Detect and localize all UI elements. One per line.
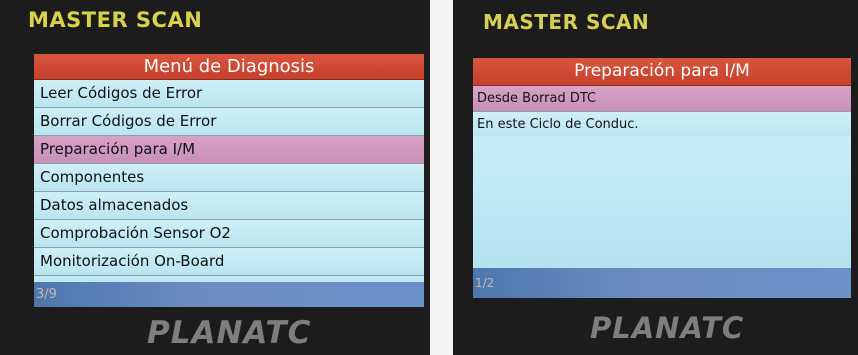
menu-title: Preparación para I/M (473, 58, 851, 86)
empty-area (473, 136, 851, 273)
menu-item-since-dtc-cleared[interactable]: Desde Borrad DTC (473, 86, 851, 112)
status-bar: 3/9 (34, 282, 424, 307)
menu-item-read-codes[interactable]: Leer Códigos de Error (34, 80, 424, 108)
photo-gap (430, 0, 453, 355)
menu-item-onboard-monitor[interactable]: Monitorización On-Board (34, 248, 424, 276)
brand-label: MASTER SCAN (28, 8, 203, 32)
menu-item-freeze-frame[interactable]: Datos almacenados (34, 192, 424, 220)
menu-item-o2-sensor[interactable]: Comprobación Sensor O2 (34, 220, 424, 248)
page-indicator: 1/2 (475, 276, 495, 290)
manufacturer-logo: PLANATC (590, 311, 745, 345)
manufacturer-logo: PLANATC (147, 315, 312, 351)
page-indicator: 3/9 (36, 287, 57, 302)
scanner-device-left: MASTER SCAN Menú de Diagnosis Leer Códig… (0, 0, 430, 355)
menu-item-erase-codes[interactable]: Borrar Códigos de Error (34, 108, 424, 136)
lcd-screen: Menú de Diagnosis Leer Códigos de Error … (34, 54, 424, 307)
status-bar: 1/2 (473, 268, 851, 298)
brand-label: MASTER SCAN (483, 10, 650, 34)
menu-item-im-readiness[interactable]: Preparación para I/M (34, 136, 424, 164)
menu-title: Menú de Diagnosis (34, 54, 424, 80)
scanner-device-right: MASTER SCAN Preparación para I/M Desde B… (453, 0, 858, 355)
menu-item-this-drive-cycle[interactable]: En este Ciclo de Conduc. (473, 112, 851, 138)
menu-item-components[interactable]: Componentes (34, 164, 424, 192)
lcd-screen: Preparación para I/M Desde Borrad DTC En… (473, 58, 851, 298)
